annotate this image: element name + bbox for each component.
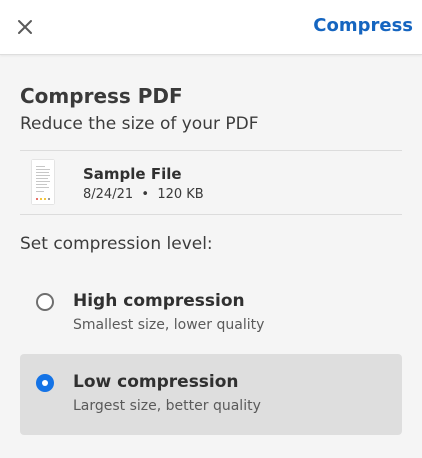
- option-low-compression[interactable]: Low compression Largest size, better qua…: [20, 354, 402, 435]
- option-high-compression[interactable]: High compression Smallest size, lower qu…: [20, 273, 402, 354]
- option-title: Low compression: [73, 372, 239, 392]
- close-icon: [18, 20, 32, 34]
- compression-level-label: Set compression level:: [20, 234, 213, 254]
- page-title: Compress PDF: [20, 84, 183, 108]
- page-subtitle: Reduce the size of your PDF: [20, 114, 259, 134]
- option-title: High compression: [73, 291, 245, 311]
- divider-bottom: [20, 214, 402, 215]
- divider-top: [20, 150, 402, 151]
- file-date: 8/24/21: [83, 187, 134, 202]
- pdf-thumbnail: [32, 160, 54, 204]
- file-size: 120 KB: [157, 187, 204, 202]
- radio-unselected-icon[interactable]: [36, 293, 54, 311]
- close-button[interactable]: [12, 14, 38, 40]
- meta-separator: •: [141, 187, 150, 202]
- top-bar: Compress: [0, 0, 422, 55]
- option-description: Smallest size, lower quality: [73, 317, 265, 333]
- file-row: Sample File 8/24/21 • 120 KB: [20, 152, 402, 214]
- option-description: Largest size, better quality: [73, 398, 261, 414]
- file-name: Sample File: [83, 165, 182, 183]
- file-meta: 8/24/21 • 120 KB: [83, 187, 204, 202]
- radio-selected-icon[interactable]: [36, 374, 54, 392]
- compress-button[interactable]: Compress: [313, 15, 413, 36]
